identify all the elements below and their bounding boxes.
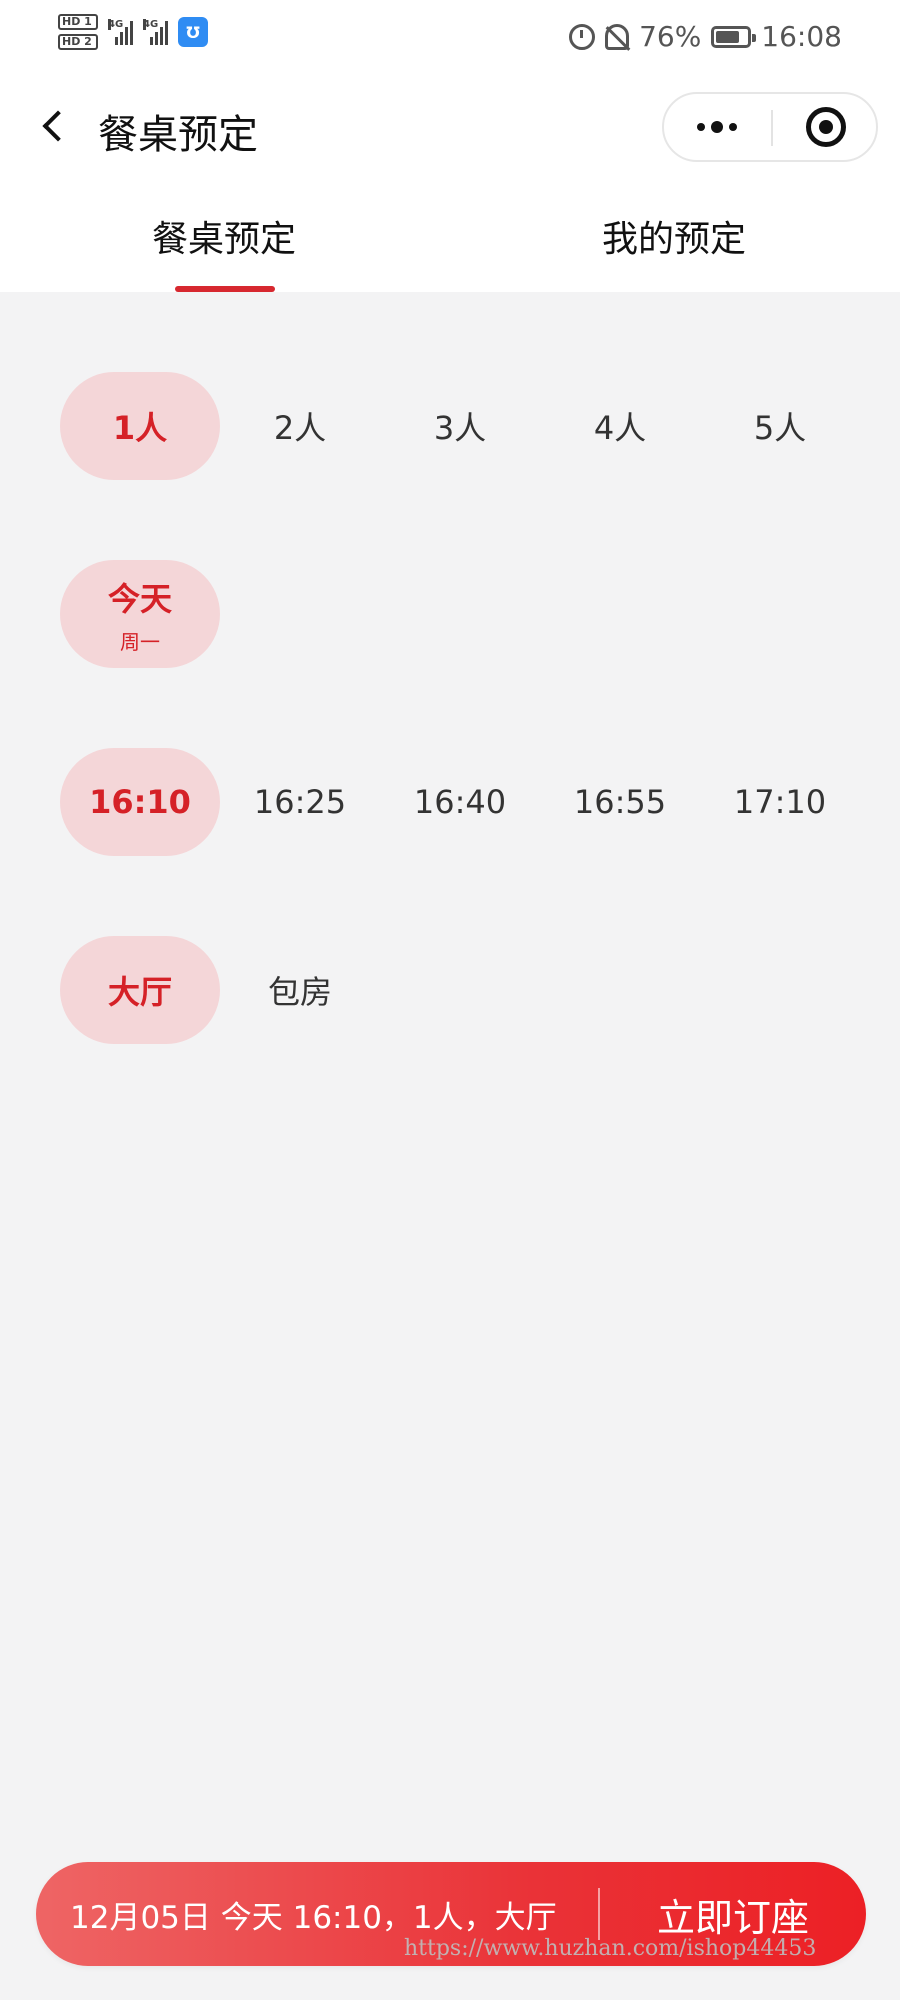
hd1-badge: HD 1	[58, 14, 98, 30]
more-button[interactable]	[664, 94, 770, 160]
more-dot-icon	[697, 123, 705, 131]
network-label: 4G	[108, 19, 124, 30]
book-now-button[interactable]: 立即订座	[600, 1887, 866, 1942]
time-option[interactable]: 16:55	[540, 748, 700, 856]
people-option[interactable]: 5人	[700, 372, 860, 480]
people-selector: 1人 2人 3人 4人 5人	[60, 372, 860, 480]
people-option[interactable]: 3人	[380, 372, 540, 480]
people-option[interactable]: 2人	[220, 372, 380, 480]
battery-icon	[711, 25, 757, 48]
more-dot-icon	[711, 121, 723, 133]
signal-icon-2: 4G	[143, 19, 168, 45]
status-time: 16:08	[761, 20, 842, 53]
status-left: HD 1 HD 2 4G 4G Ʊ	[58, 14, 208, 50]
booking-summary: 12月05日 今天 16:10，1人，大厅	[70, 1899, 557, 1936]
tab-my-bookings[interactable]: 我的预定	[524, 210, 824, 262]
time-selector: 16:10 16:25 16:40 16:55 17:10	[60, 748, 860, 856]
chevron-left-icon	[42, 110, 74, 142]
people-option[interactable]: 1人	[60, 372, 220, 480]
tab-bar: 餐桌预定 我的预定	[0, 180, 900, 292]
network-label-2: 4G	[143, 19, 159, 30]
time-option[interactable]: 17:10	[700, 748, 860, 856]
miniprogram-capsule	[662, 92, 878, 162]
status-right: 76% 16:08	[569, 20, 842, 53]
people-option[interactable]: 4人	[540, 372, 700, 480]
tab-table-booking[interactable]: 餐桌预定	[74, 210, 374, 262]
hd-indicators: HD 1 HD 2	[58, 14, 98, 50]
time-option[interactable]: 16:25	[220, 748, 380, 856]
hd2-badge: HD 2	[58, 34, 98, 50]
battery-fill	[716, 30, 740, 43]
room-option[interactable]: 包房	[220, 936, 380, 1044]
watermark: https://www.huzhan.com/ishop44453	[404, 1936, 817, 1961]
app-notification-icon: Ʊ	[178, 17, 208, 47]
room-selector: 大厅 包房	[60, 936, 380, 1044]
battery-percent: 76%	[639, 20, 702, 53]
more-dot-icon	[729, 123, 737, 131]
date-label: 今天	[107, 579, 172, 618]
active-tab-indicator	[175, 286, 275, 292]
status-bar: HD 1 HD 2 4G 4G Ʊ 76% 16:08	[0, 0, 900, 80]
time-option[interactable]: 16:40	[380, 748, 540, 856]
nav-header: 餐桌预定	[0, 80, 900, 180]
date-option[interactable]: 今天 周一	[60, 560, 220, 668]
back-button[interactable]	[28, 100, 80, 152]
date-selector: 今天 周一	[60, 560, 220, 668]
alarm-icon	[569, 23, 596, 50]
weekday-label: 周一	[120, 629, 160, 654]
time-option[interactable]: 16:10	[60, 748, 220, 856]
signal-icon: 4G	[108, 19, 133, 45]
close-miniprogram-button[interactable]	[773, 94, 878, 160]
room-option[interactable]: 大厅	[60, 936, 220, 1044]
target-icon	[805, 107, 846, 147]
mute-icon	[605, 23, 630, 50]
page-title: 餐桌预定	[98, 112, 258, 158]
